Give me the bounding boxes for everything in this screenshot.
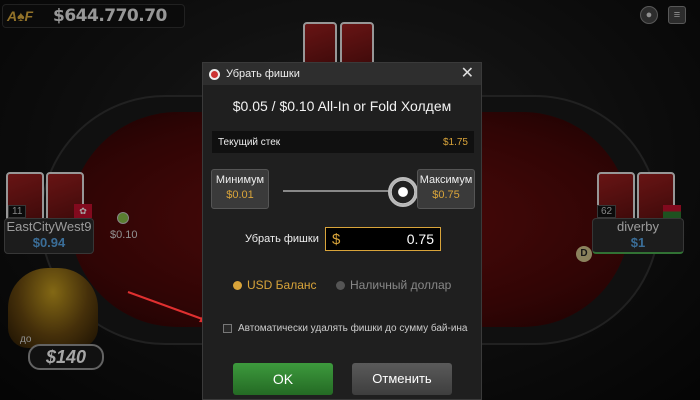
radio-cash-label: Наличный доллар [350, 278, 452, 292]
chip-icon [209, 68, 220, 80]
remove-chips-dialog: Убрать фишки ✕ $0.05 / $0.10 All-In or F… [202, 62, 482, 400]
remove-chips-value: 0.75 [406, 231, 434, 247]
currency-symbol: $ [332, 230, 341, 248]
min-button[interactable]: Минимум $0.01 [211, 169, 269, 209]
auto-remove-checkbox-row[interactable]: Автоматически удалять фишки до сумму бай… [223, 323, 468, 334]
remove-chips-input[interactable]: $ 0.75 [325, 227, 441, 251]
dialog-header: Убрать фишки ✕ [203, 63, 481, 85]
close-icon[interactable]: ✕ [461, 65, 474, 83]
radio-usd[interactable]: USD Баланс [233, 278, 317, 292]
max-label: Максимум [419, 174, 473, 186]
auto-remove-checkbox[interactable] [223, 324, 232, 333]
amount-slider-track[interactable] [283, 190, 403, 192]
current-stack-value: $1.75 [442, 136, 468, 148]
cancel-button[interactable]: Отменить [352, 363, 452, 395]
ok-button[interactable]: OK [233, 363, 333, 395]
dialog-title: Убрать фишки [226, 68, 300, 80]
radio-cash[interactable]: Наличный доллар [336, 278, 451, 292]
min-value: $0.01 [226, 189, 254, 201]
remove-chips-label: Убрать фишки [245, 233, 319, 245]
current-stack-label: Текущий стек [218, 136, 281, 148]
radio-selected-icon [233, 280, 242, 290]
min-label: Минимум [215, 174, 265, 186]
radio-unselected-icon [336, 280, 345, 290]
game-title: $0.05 / $0.10 All-In or Fold Холдем [232, 98, 452, 114]
max-value: $0.75 [432, 189, 460, 201]
poker-table-scene: A♠F $644.770.70 ● ≡ EastCityWest9 $0.94 … [0, 0, 700, 400]
amount-slider-knob[interactable] [388, 177, 418, 207]
auto-remove-label: Автоматически удалять фишки до сумму бай… [238, 323, 468, 334]
radio-usd-label: USD Баланс [247, 278, 317, 292]
current-stack-row: Текущий стек $1.75 [212, 131, 474, 153]
max-button[interactable]: Максимум $0.75 [417, 169, 475, 209]
